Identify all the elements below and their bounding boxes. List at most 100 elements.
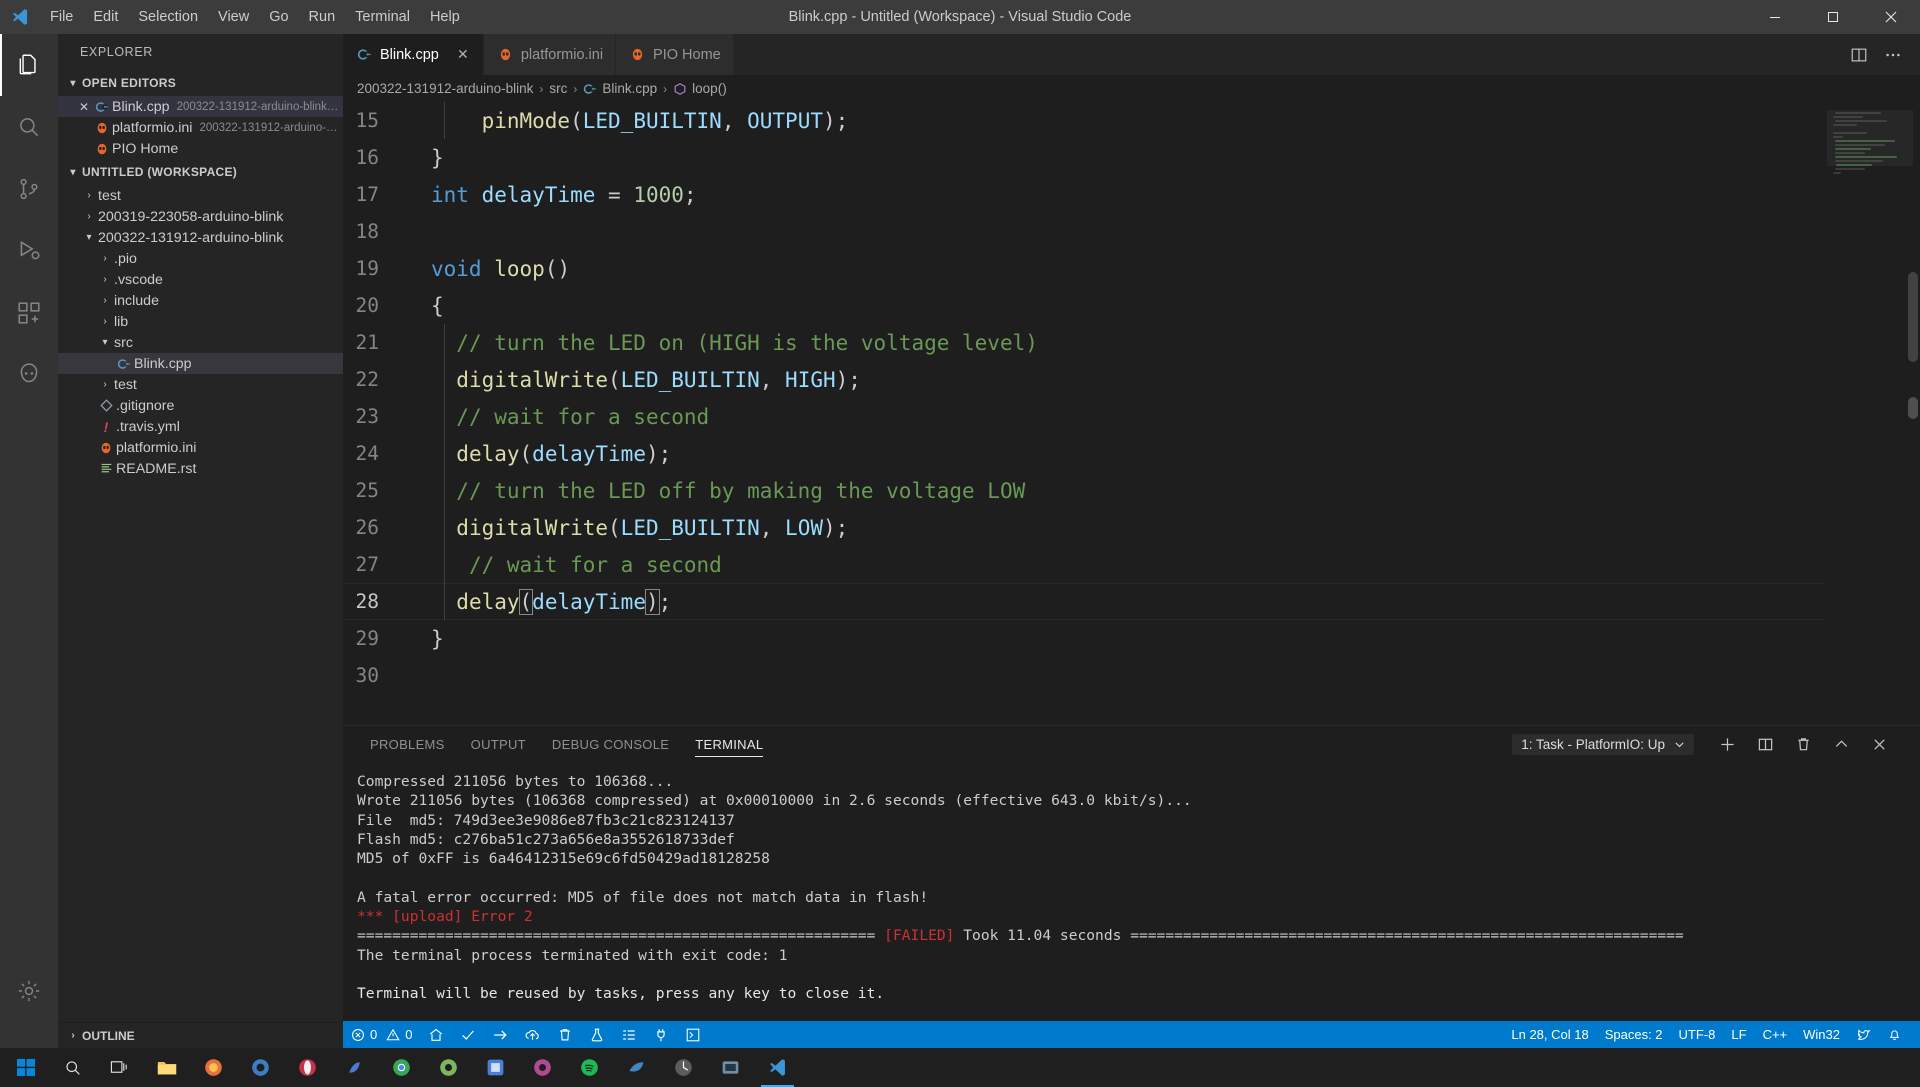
code-line[interactable]: 27 // wait for a second xyxy=(343,546,1825,583)
taskbar-app-icon-5[interactable] xyxy=(520,1048,565,1087)
tree-item-blink-cpp[interactable]: Blink.cpp xyxy=(58,353,343,374)
taskbar-app-icon-6[interactable] xyxy=(614,1048,659,1087)
tab-pio-home[interactable]: PIO Home xyxy=(616,34,734,75)
minimap[interactable] xyxy=(1825,102,1920,725)
code-line[interactable]: 19 void loop() xyxy=(343,250,1825,287)
taskbar-app-icon-1[interactable] xyxy=(238,1048,283,1087)
taskbar-opera-icon[interactable] xyxy=(285,1048,330,1087)
breadcrumb-item-src[interactable]: src xyxy=(549,81,567,96)
tab-debug-console[interactable]: DEBUG CONSOLE xyxy=(539,726,682,762)
tree-item-200319-223058-arduino-blink[interactable]: › 200319-223058-arduino-blink xyxy=(58,206,343,227)
windows-start-icon[interactable] xyxy=(4,1048,48,1087)
menu-selection[interactable]: Selection xyxy=(128,4,208,30)
split-editor-icon[interactable] xyxy=(1850,46,1868,64)
section-outline[interactable]: › OUTLINE xyxy=(58,1022,343,1048)
taskbar-vscode-icon[interactable] xyxy=(755,1048,800,1087)
taskbar-spotify-icon[interactable] xyxy=(567,1048,612,1087)
section-workspace[interactable]: ▾ UNTITLED (WORKSPACE) xyxy=(58,159,343,185)
code-scroll-area[interactable]: 15 pinMode(LED_BUILTIN, OUTPUT); 16} 17 int… xyxy=(343,102,1825,725)
tree-item-include[interactable]: › include xyxy=(58,290,343,311)
sidebar-item-extensions[interactable] xyxy=(0,282,58,344)
taskbar-search-icon[interactable] xyxy=(50,1048,95,1087)
breadcrumb-item-folder[interactable]: 200322-131912-arduino-blink xyxy=(357,81,533,96)
code-line[interactable]: 21 // turn the LED on (HIGH is the volta… xyxy=(343,324,1825,361)
code-line[interactable]: 15 pinMode(LED_BUILTIN, OUTPUT); xyxy=(343,102,1825,139)
breadcrumb-item-file[interactable]: Blink.cpp xyxy=(583,81,657,96)
status-pio-terminal[interactable] xyxy=(677,1021,709,1048)
breadcrumb-item-symbol[interactable]: loop() xyxy=(673,81,727,96)
chevron-down-icon[interactable]: ▾ xyxy=(96,337,114,348)
terminal-output[interactable]: Compressed 211056 bytes to 106368... Wrot… xyxy=(343,762,1920,1021)
sidebar-item-source-control[interactable] xyxy=(0,158,58,220)
sidebar-item-search[interactable] xyxy=(0,96,58,158)
chevron-right-icon[interactable]: › xyxy=(96,274,114,285)
chevron-down-icon[interactable]: ▾ xyxy=(80,232,98,243)
taskbar-app-icon-8[interactable] xyxy=(708,1048,753,1087)
tab-blink-cpp[interactable]: Blink.cpp ✕ xyxy=(343,34,484,75)
code-line[interactable]: 25 // turn the LED off by making the vol… xyxy=(343,472,1825,509)
section-open-editors[interactable]: ▾ OPEN EDITORS xyxy=(58,70,343,96)
status-editor-position[interactable]: Ln 28, Col 18 xyxy=(1503,1021,1596,1048)
code-line[interactable]: 24 delay(delayTime); xyxy=(343,435,1825,472)
code-line[interactable]: 20 { xyxy=(343,287,1825,324)
status-pio-test[interactable] xyxy=(581,1021,613,1048)
tree-item-test-inner[interactable]: › test xyxy=(58,374,343,395)
code-line[interactable]: 16} xyxy=(343,139,1825,176)
tree-item-200322-131912-arduino-blink[interactable]: ▾ 200322-131912-arduino-blink xyxy=(58,227,343,248)
status-eol[interactable]: LF xyxy=(1723,1021,1754,1048)
tab-terminal[interactable]: TERMINAL xyxy=(682,726,776,762)
taskbar-chrome-icon[interactable] xyxy=(379,1048,424,1087)
sidebar-item-explorer[interactable] xyxy=(0,34,58,96)
taskbar-app-icon-2[interactable] xyxy=(332,1048,377,1087)
editor-scrollbar-thumb[interactable] xyxy=(1908,397,1918,419)
tab-problems[interactable]: PROBLEMS xyxy=(357,726,458,762)
taskbar-file-explorer-icon[interactable] xyxy=(144,1048,189,1087)
taskbar-task-view-icon[interactable] xyxy=(97,1048,142,1087)
maximize-panel-button[interactable] xyxy=(1822,726,1860,762)
close-icon[interactable]: ✕ xyxy=(76,100,92,114)
more-actions-icon[interactable] xyxy=(1884,46,1902,64)
tree-item-src[interactable]: ▾ src xyxy=(58,332,343,353)
status-pio-clean[interactable] xyxy=(549,1021,581,1048)
status-problems[interactable]: 0 0 xyxy=(343,1021,420,1048)
close-panel-button[interactable] xyxy=(1860,726,1898,762)
status-encoding[interactable]: UTF-8 xyxy=(1671,1021,1724,1048)
tree-item-lib[interactable]: › lib xyxy=(58,311,343,332)
open-editor-pio-home[interactable]: PIO Home xyxy=(58,138,343,159)
status-pio-home[interactable] xyxy=(420,1021,452,1048)
status-pio-serial-monitor[interactable] xyxy=(645,1021,677,1048)
status-feedback[interactable] xyxy=(1848,1021,1879,1048)
code-line[interactable]: 29} xyxy=(343,620,1825,657)
status-notifications[interactable] xyxy=(1879,1021,1910,1048)
taskbar-app-icon-3[interactable] xyxy=(426,1048,471,1087)
code-editor[interactable]: 15 pinMode(LED_BUILTIN, OUTPUT); 16} 17 int… xyxy=(343,102,1920,725)
menu-terminal[interactable]: Terminal xyxy=(345,4,420,30)
code-line[interactable]: 18 xyxy=(343,213,1825,250)
chevron-right-icon[interactable]: › xyxy=(96,295,114,306)
code-line[interactable]: 30 xyxy=(343,657,1825,694)
chevron-right-icon[interactable]: › xyxy=(80,190,98,201)
open-editor-platformio-ini[interactable]: platformio.ini 200322-131912-arduino-bli… xyxy=(58,117,343,138)
tree-item-readme-rst[interactable]: README.rst xyxy=(58,458,343,479)
window-controls[interactable] xyxy=(1746,0,1920,34)
status-pio-tasks[interactable] xyxy=(613,1021,645,1048)
taskbar-firefox-icon[interactable] xyxy=(191,1048,236,1087)
chevron-right-icon[interactable]: › xyxy=(80,211,98,222)
activity-bar[interactable] xyxy=(0,34,58,1048)
code-line[interactable]: 23 // wait for a second xyxy=(343,398,1825,435)
status-language-mode[interactable]: C++ xyxy=(1755,1021,1796,1048)
windows-taskbar[interactable] xyxy=(0,1048,1920,1087)
tab-output[interactable]: OUTPUT xyxy=(458,726,539,762)
open-editor-blink-cpp[interactable]: ✕ Blink.cpp 200322-131912-arduino-blink … xyxy=(58,96,343,117)
chevron-right-icon[interactable]: › xyxy=(96,253,114,264)
status-pio-upload[interactable] xyxy=(484,1021,516,1048)
close-icon[interactable]: ✕ xyxy=(455,46,471,63)
code-line[interactable]: 26 digitalWrite(LED_BUILTIN, LOW); xyxy=(343,509,1825,546)
tree-item-travis-yml[interactable]: ! .travis.yml xyxy=(58,416,343,437)
menu-file[interactable]: File xyxy=(40,4,83,30)
taskbar-app-icon-7[interactable] xyxy=(661,1048,706,1087)
close-button[interactable] xyxy=(1862,0,1920,34)
kill-terminal-button[interactable] xyxy=(1784,726,1822,762)
menu-go[interactable]: Go xyxy=(259,4,298,30)
manage-settings-button[interactable] xyxy=(0,960,58,1022)
